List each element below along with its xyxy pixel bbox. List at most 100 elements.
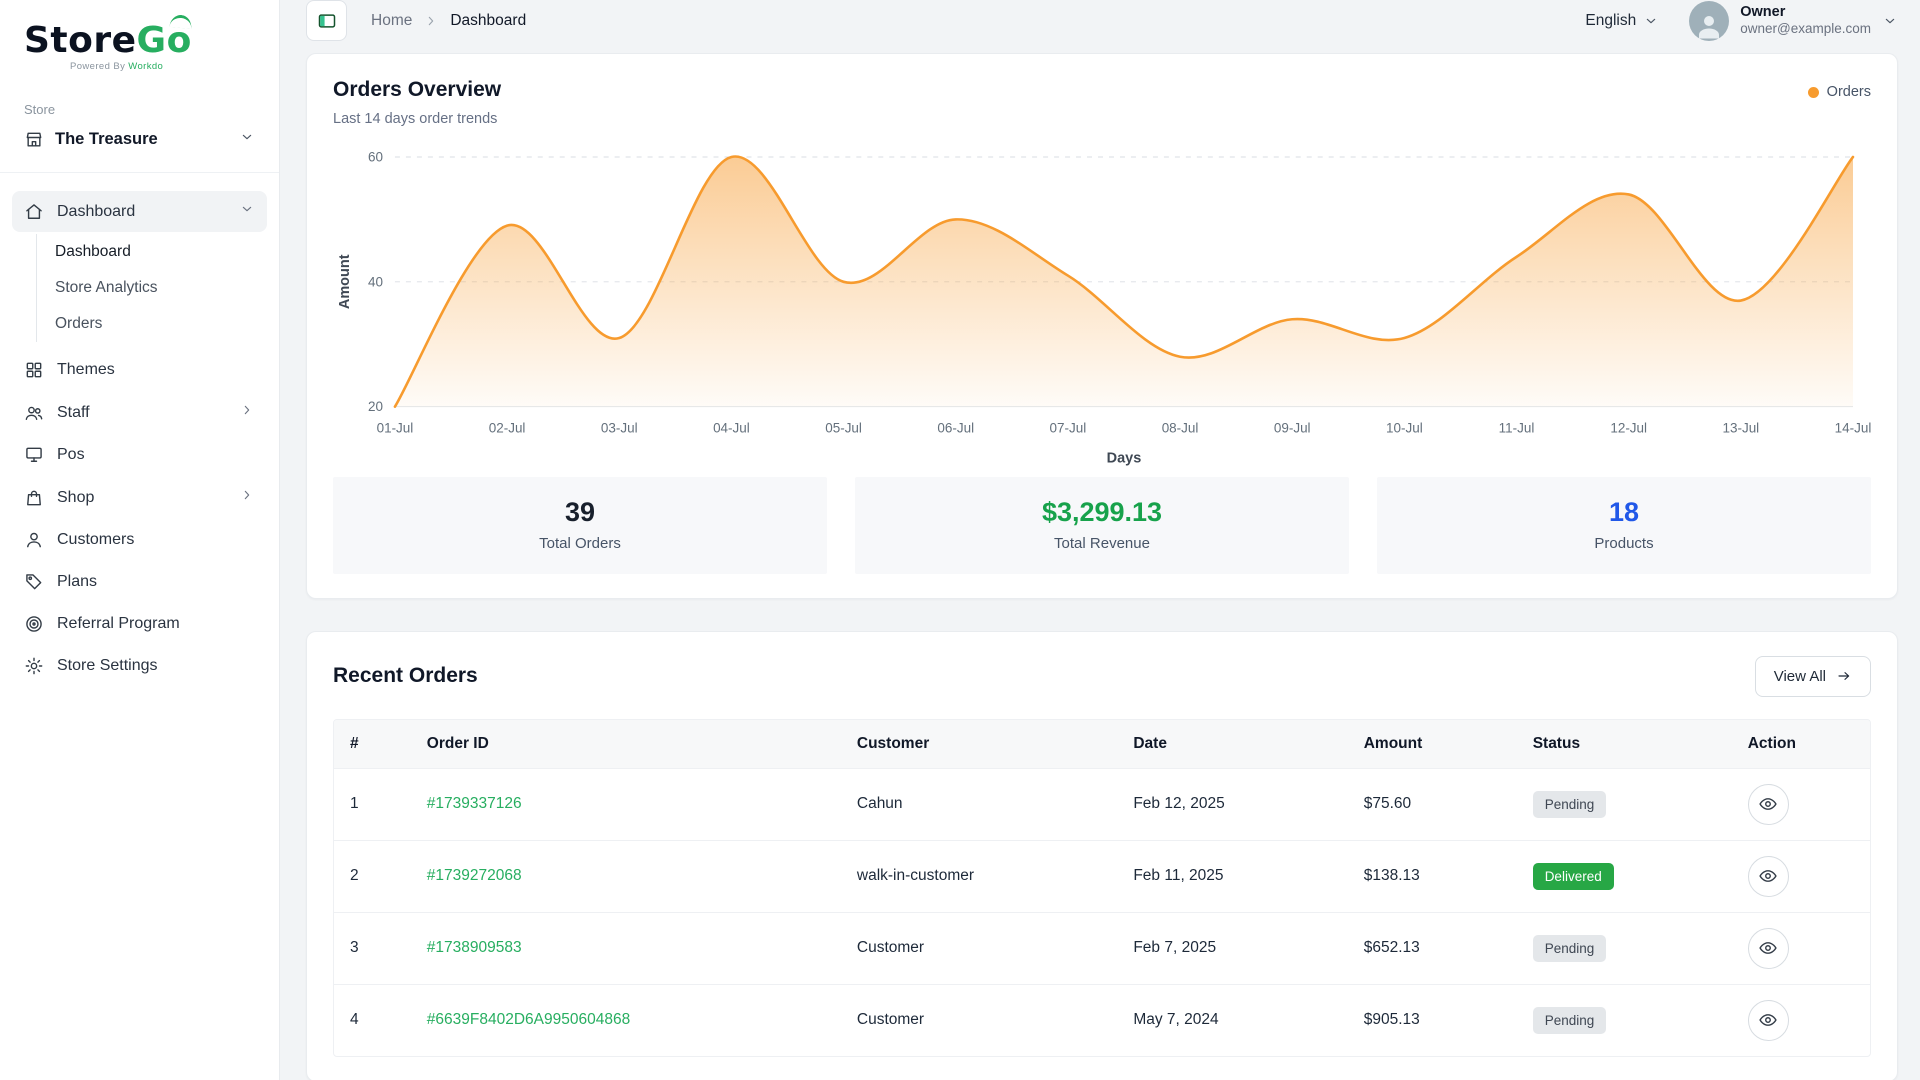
sidebar-toggle-button[interactable] (306, 0, 347, 41)
orders-overview-head: Orders Overview Last 14 days order trend… (333, 78, 1871, 127)
view-order-button[interactable] (1748, 784, 1789, 825)
sidebar-item-referral-program[interactable]: Referral Program (12, 604, 267, 644)
grid-icon (24, 360, 44, 380)
sidebar-item-pos[interactable]: Pos (12, 435, 267, 475)
person-icon (24, 530, 44, 550)
order-id-link[interactable]: #6639F8402D6A9950604868 (427, 1011, 630, 1028)
column-header: Order ID (411, 720, 841, 769)
svg-text:14-Jul: 14-Jul (1835, 421, 1871, 436)
topbar-right: English Owner owner@example.com (1585, 1, 1898, 41)
date-cell: Feb 7, 2025 (1117, 912, 1347, 984)
table-row: 4 #6639F8402D6A9950604868 Customer May 7… (334, 984, 1870, 1056)
sidebar-item-customers[interactable]: Customers (12, 520, 267, 560)
app-root: StoreGo Powered By Workdo Store The Trea… (0, 0, 1920, 1080)
sidebar-item-label: Dashboard (57, 203, 135, 221)
storego-logo[interactable]: StoreGo Powered By Workdo (0, 0, 279, 80)
chevron-down-icon (239, 129, 255, 150)
language-selector[interactable]: English (1585, 12, 1659, 30)
sidebar-item-shop[interactable]: Shop (12, 477, 267, 518)
legend-label: Orders (1827, 84, 1871, 100)
sidebar-item-dashboard[interactable]: Dashboard (12, 191, 267, 232)
column-header: Customer (841, 720, 1117, 769)
stat-total-orders: 39 Total Orders (333, 477, 827, 574)
card-subtitle: Last 14 days order trends (333, 111, 501, 127)
sidebar: StoreGo Powered By Workdo Store The Trea… (0, 0, 280, 1080)
user-menu[interactable]: Owner owner@example.com (1689, 1, 1898, 41)
svg-text:10-Jul: 10-Jul (1386, 421, 1423, 436)
sidebar-item-themes[interactable]: Themes (12, 350, 267, 390)
status-badge: Pending (1533, 935, 1607, 962)
amount-cell: $75.60 (1348, 768, 1517, 840)
sidebar-subitem-dashboard[interactable]: Dashboard (37, 234, 267, 270)
column-header: Action (1732, 720, 1870, 769)
sidebar-item-staff[interactable]: Staff (12, 392, 267, 433)
svg-text:01-Jul: 01-Jul (377, 421, 414, 436)
status-badge: Pending (1533, 791, 1607, 818)
eye-icon (1758, 938, 1778, 958)
svg-text:08-Jul: 08-Jul (1162, 421, 1199, 436)
order-id-link[interactable]: #1739337126 (427, 795, 522, 812)
stat-value: 39 (343, 497, 817, 528)
orders-trend-chart: 20406001-Jul02-Jul03-Jul04-Jul05-Jul06-J… (333, 141, 1871, 471)
status-badge: Pending (1533, 1007, 1607, 1034)
store-selector[interactable]: The Treasure (24, 129, 255, 150)
pos-terminal-icon (24, 445, 44, 465)
svg-text:07-Jul: 07-Jul (1050, 421, 1087, 436)
svg-text:09-Jul: 09-Jul (1274, 421, 1311, 436)
sidebar-nav: Dashboard Dashboard Store Analytics Orde… (0, 172, 279, 1080)
sidebar-subitem-orders[interactable]: Orders (37, 306, 267, 342)
users-icon (24, 403, 44, 423)
powered-brand: Workdo (128, 61, 163, 72)
chevron-down-icon (1643, 13, 1659, 29)
customer-cell: Customer (841, 912, 1117, 984)
sidebar-item-label: Staff (57, 404, 90, 422)
breadcrumb-current: Dashboard (450, 12, 526, 30)
table-header-row: # Order ID Customer Date Amount Status A… (334, 720, 1870, 769)
sidebar-item-label: Plans (57, 573, 97, 591)
panel-icon (317, 11, 337, 31)
breadcrumb-home-link[interactable]: Home (371, 12, 412, 30)
orders-overview-titles: Orders Overview Last 14 days order trend… (333, 78, 501, 127)
home-icon (24, 202, 44, 222)
column-header: Amount (1348, 720, 1517, 769)
svg-text:40: 40 (368, 274, 383, 289)
order-id-link[interactable]: #1738909583 (427, 939, 522, 956)
view-all-button[interactable]: View All (1755, 656, 1871, 697)
sidebar-item-plans[interactable]: Plans (12, 562, 267, 602)
main-content: Home Dashboard English Owner owner@examp… (280, 0, 1920, 1080)
orders-overview-card: Orders Overview Last 14 days order trend… (306, 53, 1898, 599)
sidebar-item-store-settings[interactable]: Store Settings (12, 646, 267, 686)
table-row: 2 #1739272068 walk-in-customer Feb 11, 2… (334, 840, 1870, 912)
store-section: Store The Treasure (0, 80, 279, 154)
arrow-right-icon (1836, 668, 1852, 684)
area-chart-svg: 20406001-Jul02-Jul03-Jul04-Jul05-Jul06-J… (333, 141, 1871, 471)
sidebar-item-label: Pos (57, 446, 85, 464)
chevron-right-icon (423, 13, 439, 29)
svg-text:03-Jul: 03-Jul (601, 421, 638, 436)
view-order-button[interactable] (1748, 856, 1789, 897)
sidebar-subitem-store-analytics[interactable]: Store Analytics (37, 270, 267, 306)
sidebar-item-label: Store Settings (57, 657, 158, 675)
chevron-down-icon (1882, 13, 1898, 29)
view-order-button[interactable] (1748, 1000, 1789, 1041)
store-name: The Treasure (55, 130, 158, 149)
svg-text:02-Jul: 02-Jul (489, 421, 526, 436)
tag-icon (24, 572, 44, 592)
chevron-down-icon (239, 201, 255, 222)
svg-text:05-Jul: 05-Jul (825, 421, 862, 436)
gear-icon (24, 656, 44, 676)
column-header: # (334, 720, 411, 769)
stat-value: $3,299.13 (865, 497, 1339, 528)
order-id-link[interactable]: #1739272068 (427, 867, 522, 884)
svg-text:04-Jul: 04-Jul (713, 421, 750, 436)
stat-label: Total Orders (343, 535, 817, 552)
svg-text:Days: Days (1107, 451, 1142, 467)
row-number: 3 (334, 912, 411, 984)
view-order-button[interactable] (1748, 928, 1789, 969)
card-title: Recent Orders (333, 664, 478, 688)
recent-orders-head: Recent Orders View All (333, 656, 1871, 697)
orders-table: # Order ID Customer Date Amount Status A… (333, 719, 1871, 1057)
date-cell: Feb 12, 2025 (1117, 768, 1347, 840)
view-all-label: View All (1774, 668, 1826, 685)
card-title: Orders Overview (333, 78, 501, 102)
